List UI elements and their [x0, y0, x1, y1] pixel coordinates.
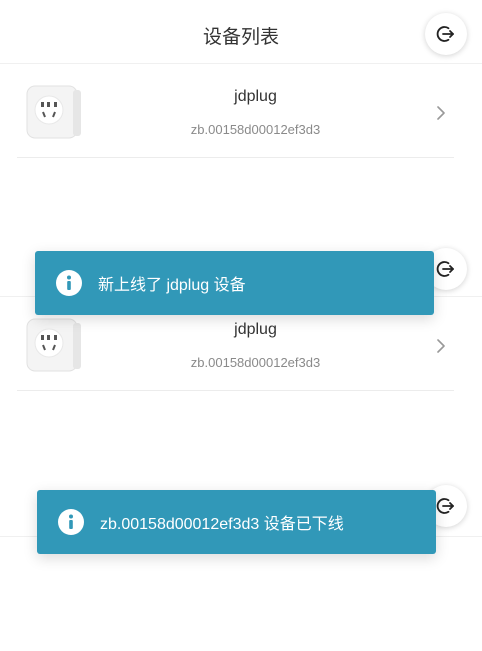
device-list-screen: 设备列表 jdplug zb.00158d00012ef3d3: [0, 0, 482, 215]
device-list-item[interactable]: jdplug zb.00158d00012ef3d3: [17, 66, 454, 158]
chevron-right-icon: [437, 106, 445, 120]
info-icon: [56, 270, 82, 296]
device-name: jdplug: [234, 88, 277, 105]
info-icon: [58, 509, 84, 535]
logout-icon: [436, 261, 454, 277]
toast-message: zb.00158d00012ef3d3 设备已下线: [100, 516, 344, 533]
header-bar: 设备列表: [0, 0, 482, 64]
device-online-toast: 新上线了 jdplug 设备: [35, 251, 434, 315]
logout-icon: [436, 498, 454, 514]
chevron-right-icon: [437, 339, 445, 353]
device-id: zb.00158d00012ef3d3: [190, 355, 321, 370]
logout-button[interactable]: [425, 13, 467, 55]
logout-icon: [436, 26, 454, 42]
page-title: 设备列表: [202, 26, 279, 48]
device-name: jdplug: [234, 321, 277, 338]
toast-message: 新上线了 jdplug 设备: [98, 277, 246, 294]
device-id: zb.00158d00012ef3d3: [190, 122, 321, 137]
device-offline-toast: zb.00158d00012ef3d3 设备已下线: [37, 490, 436, 554]
